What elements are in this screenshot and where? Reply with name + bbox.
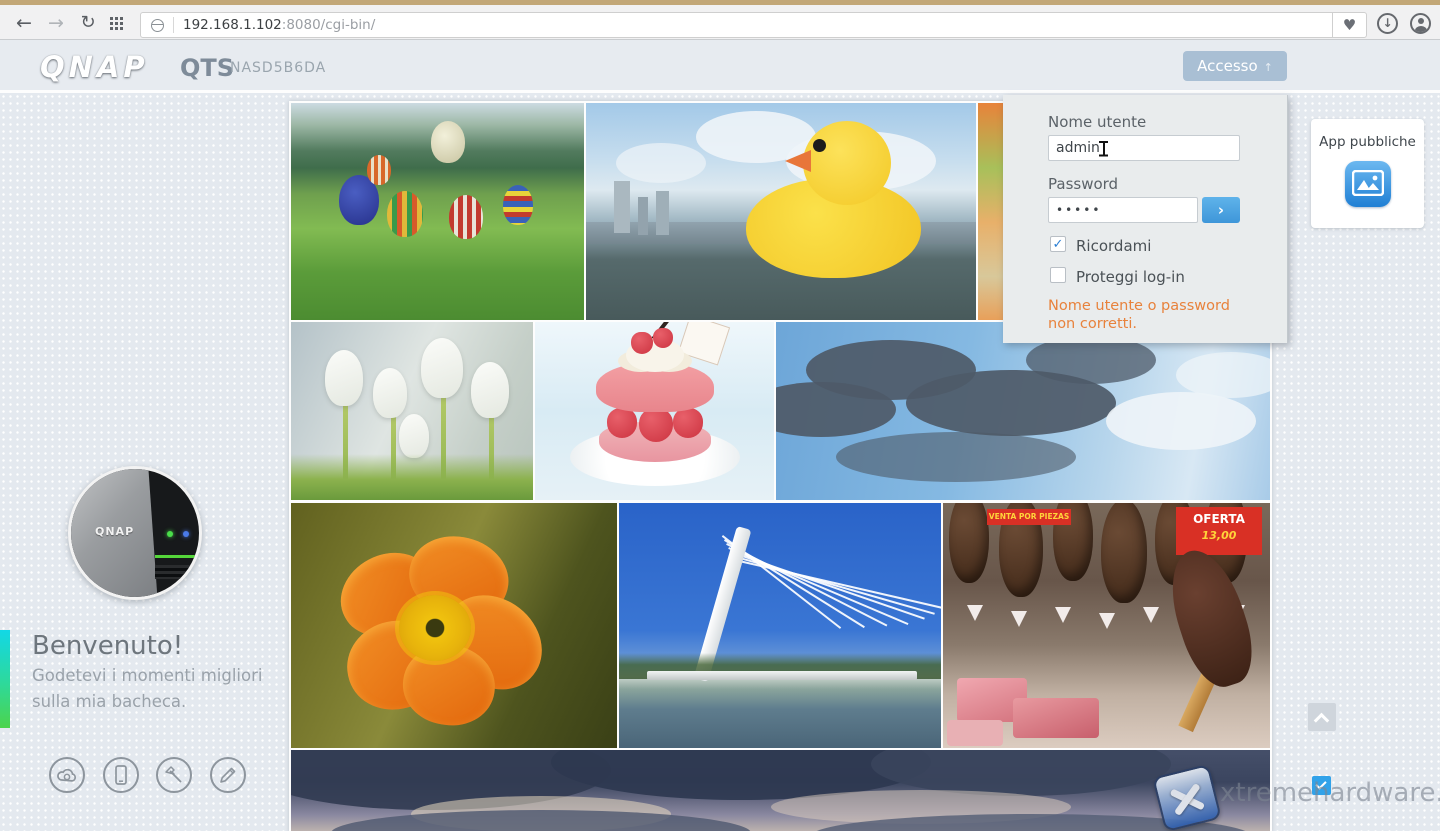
url-path: :8080/cgi-bin/ [282, 17, 376, 33]
qnap-logo: QNAP [40, 50, 149, 84]
back-icon[interactable]: ← [12, 11, 36, 35]
duck-head [803, 121, 891, 205]
username-input[interactable] [1048, 135, 1240, 161]
public-apps-title: App pubbliche [1311, 134, 1424, 150]
duck-beak [785, 150, 811, 172]
password-label: Password [1048, 175, 1118, 193]
site-info-icon[interactable] [151, 19, 164, 32]
balloon-shape [387, 191, 423, 237]
password-input[interactable] [1048, 197, 1198, 223]
photo-ham-shop[interactable]: VENTA POR PIEZAS OFERTA 13,00 [943, 503, 1270, 748]
scroll-to-top-button[interactable] [1308, 703, 1336, 731]
bookmark-heart-icon[interactable]: ♥ [1333, 12, 1367, 38]
watermark-text: xtremehardware.com [1220, 778, 1440, 808]
welcome-title: Benvenuto! [32, 631, 183, 661]
download-icon[interactable]: ↓ [1377, 13, 1398, 34]
url-host: 192.168.1.102 [183, 17, 282, 33]
login-error-message: Nome utente o password non corretti. [1048, 298, 1260, 333]
skyscraper [638, 197, 648, 235]
skyscraper [656, 191, 669, 235]
nas-qnap-label: QNAP [95, 525, 134, 538]
balloon-shape [367, 155, 391, 185]
duck-eye [813, 139, 826, 152]
photo-hot-air-balloons[interactable] [291, 103, 584, 320]
nas-device-photo: QNAP [68, 466, 202, 600]
mobile-phone-icon[interactable] [103, 757, 139, 793]
forward-icon[interactable]: → [44, 11, 68, 35]
login-button[interactable]: Accesso↑ [1183, 51, 1287, 81]
photo-orange-poppy[interactable] [291, 503, 617, 748]
screen: ← → ↻ 192.168.1.102:8080/cgi-bin/ ♥ ↓ QN… [0, 0, 1440, 831]
photo-sunset-clouds[interactable] [291, 750, 1270, 831]
photo-cable-bridge[interactable] [619, 503, 941, 748]
remember-checkbox[interactable]: ✓ [1050, 236, 1066, 252]
photo-macaron-dessert[interactable] [535, 322, 774, 500]
protect-login-checkbox[interactable] [1050, 267, 1066, 283]
tulip-leaves [291, 454, 533, 500]
login-panel: Nome utente Password › ✓ Ricordami Prote… [1003, 95, 1288, 343]
balloon-shape [449, 195, 483, 239]
hammer-tool-icon[interactable] [156, 757, 192, 793]
shop-sign-offer: OFERTA 13,00 [1176, 507, 1262, 555]
collapse-arrow-icon: ↑ [1264, 61, 1273, 74]
protect-login-label: Proteggi log-in [1076, 268, 1185, 286]
balloon-shape [503, 185, 533, 225]
nas-drive-light [155, 555, 197, 558]
qts-header: QNAP QTS NASD5B6DA Accesso↑ [0, 40, 1440, 93]
status-led-icon [167, 531, 173, 537]
balloon-shape [431, 121, 465, 163]
dessert-card [678, 322, 730, 366]
login-submit-button[interactable]: › [1202, 197, 1240, 223]
usb-led-icon [183, 531, 189, 537]
accent-gradient-strip [0, 630, 10, 728]
url-divider [173, 17, 174, 33]
address-bar[interactable]: 192.168.1.102:8080/cgi-bin/ [140, 12, 1333, 38]
photo-rubber-duck-harbour[interactable] [586, 103, 976, 320]
device-name: NASD5B6DA [230, 60, 326, 76]
product-name: QTS [180, 54, 234, 82]
sidebar-action-icons [49, 757, 246, 793]
nas-drive-bays [155, 565, 197, 579]
browser-toolbar: ← → ↻ 192.168.1.102:8080/cgi-bin/ ♥ ↓ [0, 5, 1440, 40]
profile-icon[interactable] [1410, 13, 1431, 34]
reload-icon[interactable]: ↻ [76, 11, 100, 35]
shop-sign-left: VENTA POR PIEZAS [987, 509, 1071, 525]
remember-label: Ricordami [1076, 237, 1151, 255]
skyscraper [614, 181, 630, 233]
public-apps-card: App pubbliche [1311, 119, 1424, 228]
welcome-subtitle: Godetevi i momenti migliori sulla mia ba… [32, 663, 264, 715]
username-label: Nome utente [1048, 113, 1146, 131]
cloud-link-icon[interactable] [49, 757, 85, 793]
poppy-center [399, 595, 471, 661]
bridge-deck [647, 671, 917, 680]
photo-white-tulips[interactable] [291, 322, 533, 500]
pencil-edit-icon[interactable] [210, 757, 246, 793]
photo-cloudy-sky[interactable] [776, 322, 1270, 500]
apps-grid-icon[interactable] [110, 17, 123, 30]
photo-station-app-icon[interactable] [1345, 161, 1391, 207]
price-label: 13,00 [1176, 529, 1262, 542]
